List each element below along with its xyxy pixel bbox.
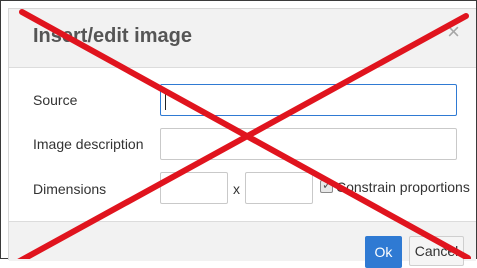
dialog-footer: Ok Cancel xyxy=(9,221,476,268)
dimensions-label: Dimensions xyxy=(33,181,107,197)
checkmark-icon: ✓ xyxy=(322,178,333,192)
image-description-input[interactable] xyxy=(160,128,457,160)
dimensions-times: x xyxy=(233,181,240,197)
constrain-proportions-label: Constrain proportions xyxy=(336,179,470,195)
dialog-body: Source Image description Dimensions x ✓ … xyxy=(9,68,476,218)
source-input[interactable] xyxy=(160,84,457,116)
dialog-title: Insert/edit image xyxy=(33,25,192,47)
width-input[interactable] xyxy=(160,172,228,204)
constrain-proportions-checkbox[interactable]: ✓ xyxy=(320,178,333,193)
ok-button[interactable]: Ok xyxy=(365,236,402,268)
height-input[interactable] xyxy=(245,172,313,204)
text-caret xyxy=(165,92,166,110)
source-label: Source xyxy=(33,92,78,108)
dialog-title-bar: Insert/edit image × xyxy=(9,9,476,68)
close-icon[interactable]: × xyxy=(447,21,460,43)
cancel-button[interactable]: Cancel xyxy=(409,236,464,266)
description-label: Image description xyxy=(33,136,144,152)
insert-image-dialog: Insert/edit image × Source Image descrip… xyxy=(8,8,476,268)
